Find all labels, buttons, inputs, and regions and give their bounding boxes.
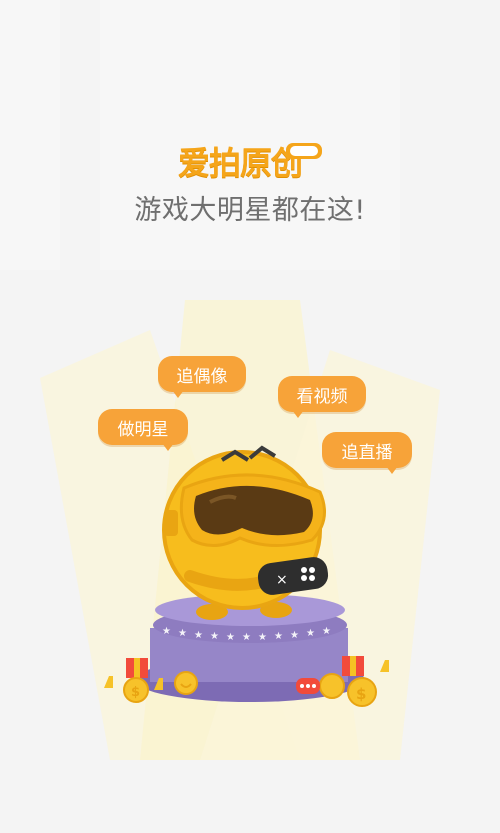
bubble-watch-live[interactable]: 追直播 [322, 432, 412, 474]
svg-text:★: ★ [178, 628, 187, 639]
svg-text:★: ★ [306, 628, 315, 639]
svg-text:$: $ [356, 685, 366, 703]
svg-text:×: × [276, 572, 288, 588]
svg-text:★: ★ [226, 632, 235, 643]
bubble-follow-idols[interactable]: 追偶像 [158, 356, 246, 398]
svg-text:★: ★ [322, 626, 331, 637]
svg-text:$: $ [131, 685, 140, 700]
stage-illustration: ★ ★ ★ ★ ★ ★ ★ ★ ★ ★ ★ × $ $ [40, 300, 440, 760]
svg-text:★: ★ [274, 631, 283, 642]
svg-text:★: ★ [258, 632, 267, 643]
svg-text:★: ★ [210, 631, 219, 642]
bubble-become-star[interactable]: 做明星 [98, 409, 188, 451]
bubble-watch-videos[interactable]: 看视频 [278, 376, 366, 418]
svg-text:★: ★ [162, 626, 171, 637]
svg-text:★: ★ [290, 630, 299, 641]
svg-text:★: ★ [194, 630, 203, 641]
svg-text:★: ★ [242, 632, 251, 643]
